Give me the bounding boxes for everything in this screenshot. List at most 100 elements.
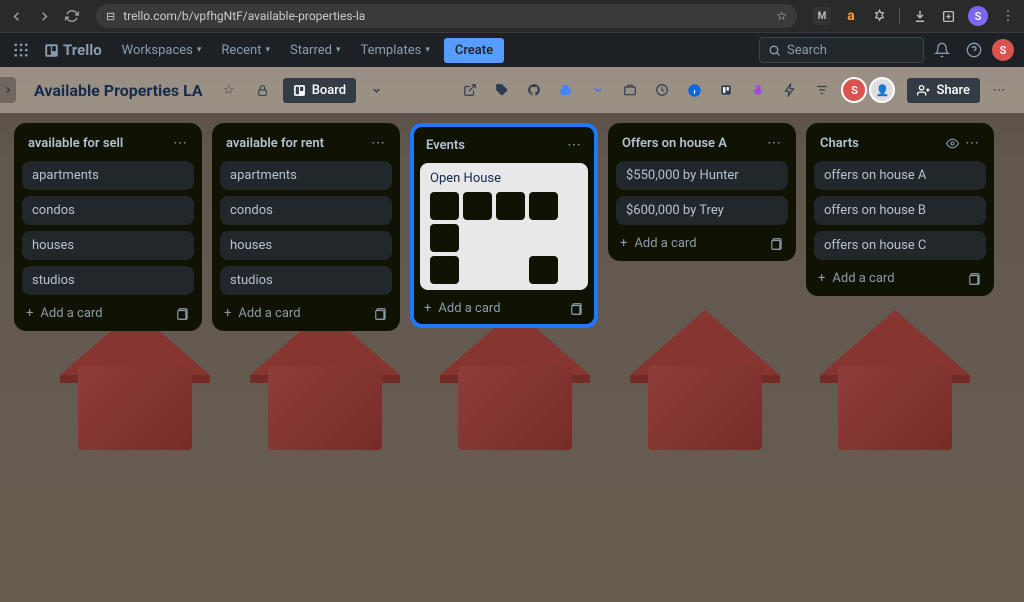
list-menu-icon[interactable]: ⋯ — [765, 133, 784, 153]
list-title[interactable]: Offers on house A — [622, 136, 727, 151]
board-title[interactable]: Available Properties LA — [28, 77, 209, 104]
butler-icon[interactable] — [745, 77, 771, 103]
list-header: Charts ⋯ — [814, 131, 986, 155]
refresh-button[interactable] — [64, 8, 80, 24]
card-label: apartments — [32, 168, 184, 183]
add-card-row: +Add a card — [420, 296, 588, 318]
card[interactable]: studios — [220, 266, 392, 295]
expand-sidebar-button[interactable] — [0, 77, 16, 103]
nav-templates[interactable]: Templates▾ — [353, 39, 438, 62]
new-tab-icon[interactable] — [940, 8, 956, 24]
board-view-button[interactable]: Board — [283, 78, 356, 103]
card-cover — [430, 192, 578, 284]
list-menu-icon[interactable]: ⋯ — [171, 133, 190, 153]
card[interactable]: Open House — [420, 163, 588, 290]
automation-icon[interactable] — [777, 77, 803, 103]
card-label: $550,000 by Hunter — [626, 168, 778, 183]
card[interactable]: offers on house C — [814, 231, 986, 260]
card[interactable]: houses — [220, 231, 392, 260]
card-label: offers on house B — [824, 203, 976, 218]
create-button[interactable]: Create — [444, 38, 504, 63]
chevron-down-icon: ▾ — [425, 45, 430, 55]
ext-m-icon[interactable]: M — [813, 7, 831, 25]
list-menu-icon[interactable]: ⋯ — [369, 133, 388, 153]
card[interactable]: offers on house A — [814, 161, 986, 190]
menu-icon[interactable]: ⋮ — [1000, 8, 1016, 24]
notifications-icon[interactable] — [928, 36, 956, 64]
star-board-icon[interactable]: ☆ — [215, 76, 243, 104]
help-icon[interactable] — [960, 36, 988, 64]
nav-recent[interactable]: Recent▾ — [213, 39, 278, 62]
list-title[interactable]: available for rent — [226, 136, 324, 151]
card[interactable]: apartments — [220, 161, 392, 190]
card[interactable]: studios — [22, 266, 194, 295]
tag-icon[interactable] — [489, 77, 515, 103]
view-dropdown-button[interactable] — [362, 76, 390, 104]
list-menu-icon[interactable]: ⋯ — [963, 133, 982, 153]
add-card-label: Add a card — [438, 301, 500, 316]
apps-switcher-icon[interactable] — [10, 39, 32, 61]
card-label: apartments — [230, 168, 382, 183]
list: Charts ⋯ offers on house A offers on house … — [806, 123, 994, 296]
site-info-icon[interactable]: ⊟ — [106, 10, 115, 23]
ext-a-icon[interactable]: a — [843, 8, 859, 24]
drive-icon[interactable] — [553, 77, 579, 103]
list-menu-icon[interactable]: ⋯ — [565, 135, 584, 155]
trello-logo[interactable]: Trello — [36, 37, 110, 63]
card[interactable]: condos — [220, 196, 392, 225]
board-menu-icon[interactable]: ⋯ — [986, 77, 1012, 103]
card[interactable]: condos — [22, 196, 194, 225]
extensions-icon[interactable] — [871, 8, 887, 24]
card[interactable]: $600,000 by Trey — [616, 196, 788, 225]
add-card-button[interactable]: +Add a card — [26, 306, 103, 321]
list-title[interactable]: Events — [426, 138, 465, 153]
member-avatar-s[interactable]: S — [841, 77, 867, 103]
clock-icon[interactable] — [649, 77, 675, 103]
card-template-icon[interactable] — [570, 302, 584, 316]
profile-icon[interactable]: S — [968, 6, 988, 26]
back-button[interactable] — [8, 8, 24, 24]
url-text: trello.com/b/vpfhgNtF/available-properti… — [123, 9, 768, 23]
add-card-row: +Add a card — [22, 301, 194, 323]
card-label: $600,000 by Trey — [626, 203, 778, 218]
search-input[interactable]: Search — [759, 37, 924, 63]
list: available for rent ⋯ apartments condos house… — [212, 123, 400, 331]
add-card-button[interactable]: +Add a card — [818, 271, 895, 286]
star-icon[interactable]: ☆ — [776, 9, 787, 23]
info-icon[interactable] — [681, 77, 707, 103]
card-label: condos — [230, 203, 382, 218]
powerup-icon[interactable] — [713, 77, 739, 103]
card[interactable]: $550,000 by Hunter — [616, 161, 788, 190]
search-icon — [768, 44, 781, 57]
url-bar[interactable]: ⊟ trello.com/b/vpfhgNtF/available-proper… — [96, 4, 797, 28]
card[interactable]: offers on house B — [814, 196, 986, 225]
filter-icon[interactable] — [809, 77, 835, 103]
add-card-label: Add a card — [832, 271, 894, 286]
nav-starred[interactable]: Starred▾ — [282, 39, 349, 62]
card-template-icon[interactable] — [176, 307, 190, 321]
add-card-button[interactable]: +Add a card — [620, 236, 697, 251]
share-button[interactable]: Share — [907, 78, 980, 103]
visibility-icon[interactable] — [249, 76, 277, 104]
box-icon[interactable] — [617, 77, 643, 103]
card-template-icon[interactable] — [374, 307, 388, 321]
add-card-label: Add a card — [634, 236, 696, 251]
card-label: houses — [230, 238, 382, 253]
powerup-v-icon[interactable] — [585, 77, 611, 103]
add-card-button[interactable]: +Add a card — [224, 306, 301, 321]
open-external-icon[interactable] — [457, 77, 483, 103]
list-title[interactable]: available for sell — [28, 136, 123, 151]
card-template-icon[interactable] — [770, 237, 784, 251]
add-card-button[interactable]: +Add a card — [424, 301, 501, 316]
card[interactable]: houses — [22, 231, 194, 260]
card[interactable]: apartments — [22, 161, 194, 190]
top-nav: Trello Workspaces▾ Recent▾ Starred▾ Temp… — [0, 33, 1024, 67]
download-icon[interactable] — [912, 8, 928, 24]
user-avatar[interactable]: S — [992, 39, 1014, 61]
member-avatar-photo[interactable]: 👤 — [869, 77, 895, 103]
list-title[interactable]: Charts — [820, 136, 859, 151]
forward-button[interactable] — [36, 8, 52, 24]
card-template-icon[interactable] — [968, 272, 982, 286]
nav-workspaces[interactable]: Workspaces▾ — [114, 39, 210, 62]
github-icon[interactable] — [521, 77, 547, 103]
